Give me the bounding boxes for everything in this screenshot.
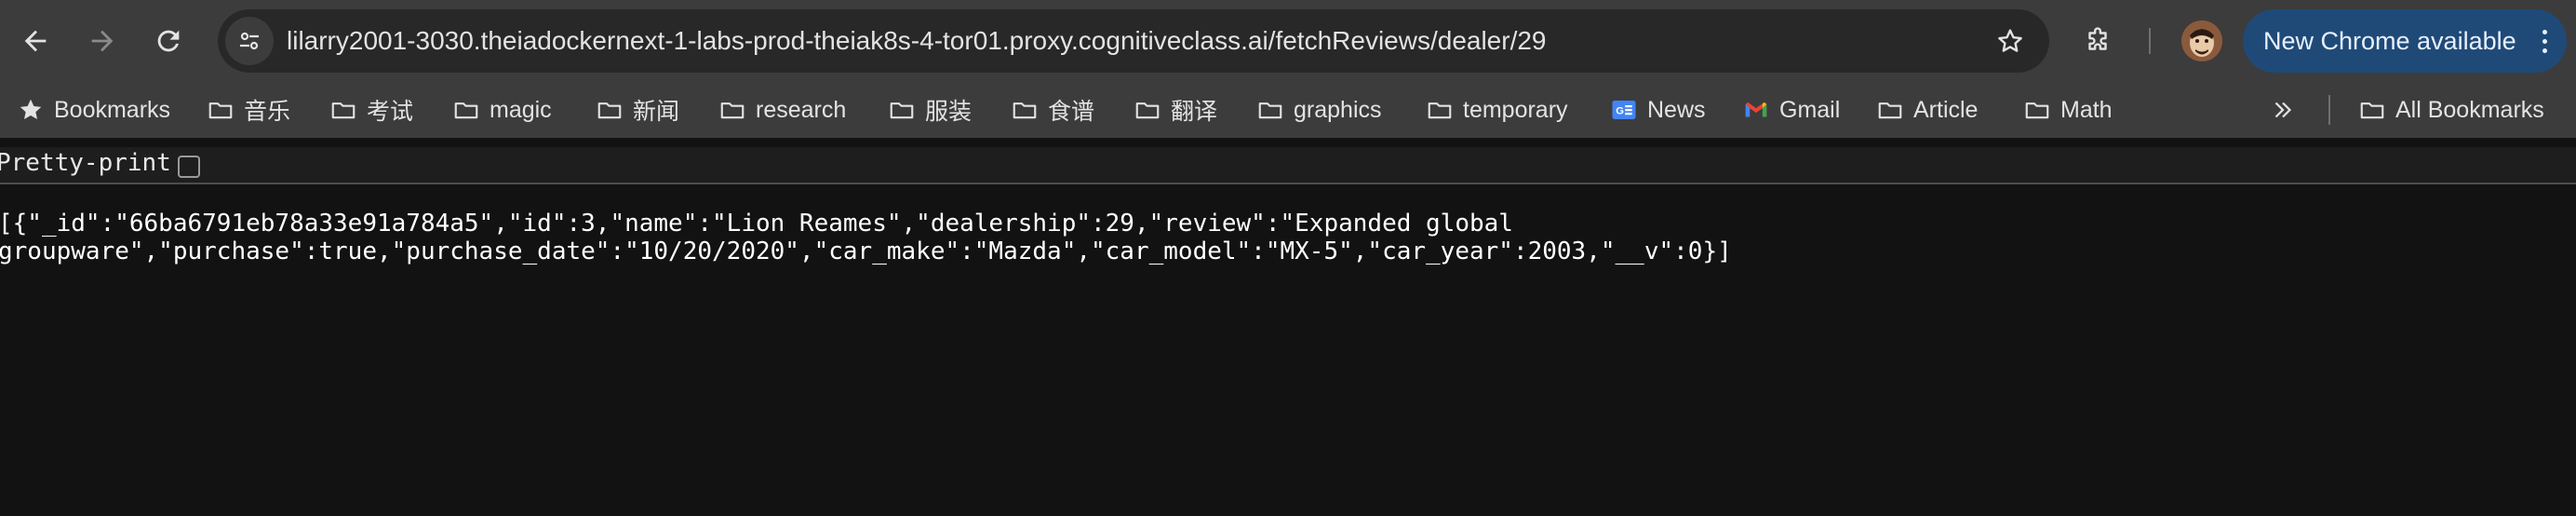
- bookmark-gmail[interactable]: Gmail: [1742, 82, 1840, 138]
- bookmark-label: 音乐: [244, 99, 291, 125]
- bookmarks-button[interactable]: Bookmarks: [17, 82, 170, 138]
- url-text[interactable]: lilarry2001-3030.theiadockernext-1-labs-…: [287, 9, 1547, 73]
- bookmark-label: 考试: [367, 99, 414, 125]
- puzzle-icon: [2088, 27, 2107, 50]
- profile-avatar[interactable]: [2181, 20, 2222, 61]
- bookmark-label: magic: [490, 96, 552, 123]
- arrow-right-icon: [91, 30, 114, 52]
- bookmark-folder-exam[interactable]: 考试: [329, 82, 413, 138]
- pretty-print-bar: Pretty-print: [0, 147, 2576, 184]
- bookmark-folder-music[interactable]: 音乐: [207, 82, 290, 138]
- reload-button[interactable]: [144, 17, 193, 65]
- folder-icon: [720, 102, 745, 119]
- reload-icon: [157, 30, 180, 52]
- more-vertical-icon: [2535, 24, 2554, 58]
- svg-text:G: G: [1616, 105, 1624, 116]
- folder-icon: [890, 102, 914, 119]
- bookmark-folder-magic[interactable]: magic: [452, 82, 552, 138]
- folder-icon: [208, 102, 233, 119]
- address-bar[interactable]: lilarry2001-3030.theiadockernext-1-labs-…: [218, 9, 2049, 73]
- bookmark-label: temporary: [1463, 96, 1568, 123]
- bookmark-folder-translate[interactable]: 翻译: [1134, 82, 1217, 138]
- pretty-print-checkbox[interactable]: [178, 156, 200, 178]
- extensions-button[interactable]: [2073, 17, 2122, 65]
- json-line: groupware","purchase":true,"purchase_dat…: [0, 238, 1732, 265]
- bookmark-folder-clothing[interactable]: 服装: [888, 82, 972, 138]
- bookmark-label: Gmail: [1779, 96, 1841, 123]
- folder-icon: [1013, 102, 1037, 119]
- json-response: [{"_id":"66ba6791eb78a33e91a784a5","id":…: [0, 210, 1859, 265]
- bookmark-news[interactable]: G News: [1610, 82, 1706, 138]
- bookmark-label: graphics: [1294, 96, 1382, 123]
- bookmark-folder-research[interactable]: research: [718, 82, 846, 138]
- bookmark-page-button[interactable]: [1992, 22, 2029, 60]
- gmail-icon: [1745, 102, 1767, 117]
- bookmark-label: Bookmarks: [54, 96, 171, 123]
- bookmark-folder-recipes[interactable]: 食谱: [1011, 82, 1094, 138]
- bookmark-label: 食谱: [1048, 99, 1095, 125]
- star-icon: [20, 99, 42, 119]
- folder-icon: [454, 102, 478, 119]
- bookmarks-divider: [2328, 95, 2330, 125]
- bookmark-label: 翻译: [1171, 99, 1218, 125]
- bookmark-label: research: [756, 96, 847, 123]
- folder-icon: [1878, 102, 1902, 119]
- all-bookmarks-label: All Bookmarks: [2395, 96, 2544, 123]
- bookmarks-overflow-button[interactable]: [2269, 82, 2297, 138]
- folder-icon: [1428, 102, 1452, 119]
- tune-icon: [240, 32, 259, 50]
- bookmark-folder-news-cn[interactable]: 新闻: [596, 82, 679, 138]
- google-news-icon: G: [1612, 101, 1636, 119]
- folder-icon: [1258, 102, 1282, 119]
- site-info-button[interactable]: [225, 17, 274, 65]
- update-button-label: New Chrome available: [2263, 26, 2516, 55]
- browser-toolbar: lilarry2001-3030.theiadockernext-1-labs-…: [0, 0, 2576, 82]
- all-bookmarks-button[interactable]: All Bookmarks: [2358, 82, 2544, 138]
- bookmark-folder-graphics[interactable]: graphics: [1256, 82, 1382, 138]
- folder-icon: [2360, 102, 2384, 119]
- folder-icon: [597, 102, 622, 119]
- bookmark-label: Math: [2060, 96, 2113, 123]
- chevron-double-right-icon: [2274, 102, 2292, 118]
- folder-icon: [1135, 102, 1160, 119]
- new-chrome-available-button[interactable]: New Chrome available: [2243, 9, 2567, 73]
- json-line: [{"_id":"66ba6791eb78a33e91a784a5","id":…: [0, 210, 1513, 238]
- toolbar-divider: [2149, 28, 2151, 54]
- bookmark-folder-article[interactable]: Article: [1876, 82, 1978, 138]
- avatar-face-icon: [2181, 20, 2222, 61]
- folder-icon: [2025, 102, 2049, 119]
- bookmark-folder-math[interactable]: Math: [2023, 82, 2113, 138]
- bookmarks-bar: Bookmarks 音乐 考试 magic 新闻 research 服装 食谱 …: [0, 82, 2576, 138]
- back-button[interactable]: [11, 17, 60, 65]
- folder-icon: [331, 102, 356, 119]
- bookmark-folder-temporary[interactable]: temporary: [1426, 82, 1568, 138]
- star-outline-icon: [1998, 29, 2022, 52]
- bookmark-label: 新闻: [633, 99, 680, 125]
- arrow-left-icon: [24, 30, 47, 52]
- forward-button[interactable]: [78, 17, 127, 65]
- bookmark-label: 服装: [925, 99, 973, 125]
- bookmark-label: News: [1647, 96, 1706, 123]
- pretty-print-label: Pretty-print: [0, 149, 171, 177]
- bookmark-label: Article: [1913, 96, 1979, 123]
